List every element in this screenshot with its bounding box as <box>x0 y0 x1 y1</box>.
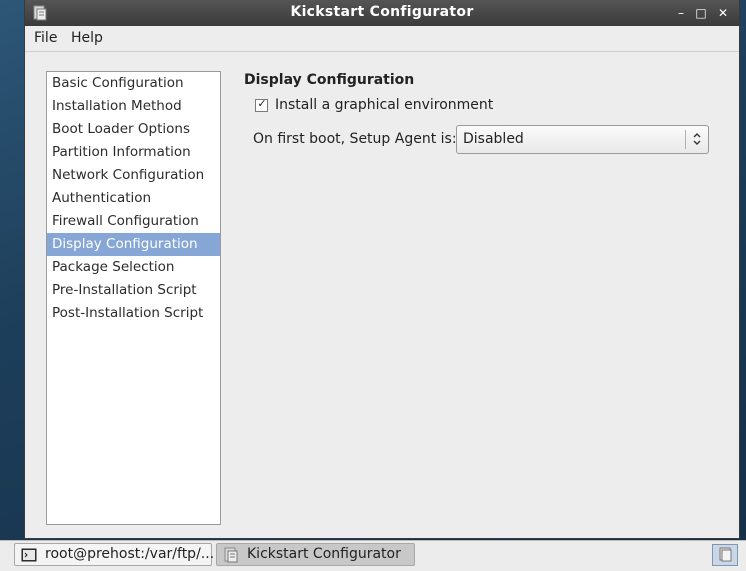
sidebar-item-network-configuration[interactable]: Network Configuration <box>47 164 220 187</box>
checkmark-icon: ✓ <box>257 97 267 110</box>
sidebar-item-installation-method[interactable]: Installation Method <box>47 95 220 118</box>
kickstart-window: Kickstart Configurator – □ ✕ File Help B… <box>24 0 740 539</box>
sidebar-item-post-installation-script[interactable]: Post-Installation Script <box>47 302 220 325</box>
menu-help[interactable]: Help <box>71 30 103 46</box>
sidebar-item-partition-information[interactable]: Partition Information <box>47 141 220 164</box>
taskbar-terminal-button[interactable]: root@prehost:/var/ftp/... <box>14 543 215 566</box>
setup-agent-value: Disabled <box>463 131 524 147</box>
desktop: Kickstart Configurator – □ ✕ File Help B… <box>0 0 746 571</box>
select-divider <box>685 130 686 149</box>
sidebar-item-pre-installation-script[interactable]: Pre-Installation Script <box>47 279 220 302</box>
menu-bar: File Help <box>25 26 739 52</box>
taskbar-kickstart-label: Kickstart Configurator <box>247 546 401 562</box>
sidebar-item-display-configuration[interactable]: Display Configuration <box>47 233 220 256</box>
workspace-switcher[interactable] <box>712 544 738 566</box>
sidebar-item-firewall-configuration[interactable]: Firewall Configuration <box>47 210 220 233</box>
section-title: Display Configuration <box>244 72 415 88</box>
window-title: Kickstart Configurator <box>290 4 474 20</box>
sidebar-item-package-selection[interactable]: Package Selection <box>47 256 220 279</box>
kickstart-app-icon <box>224 547 238 563</box>
menu-file[interactable]: File <box>34 30 57 46</box>
graphical-environment-label[interactable]: Install a graphical environment <box>275 97 493 113</box>
taskbar: root@prehost:/var/ftp/... Kickstart Conf… <box>0 540 746 571</box>
setup-agent-select[interactable]: Disabled <box>456 125 709 154</box>
sidebar-item-boot-loader-options[interactable]: Boot Loader Options <box>47 118 220 141</box>
setup-agent-label: On first boot, Setup Agent is: <box>253 131 457 147</box>
terminal-icon <box>21 548 37 562</box>
taskbar-kickstart-button[interactable]: Kickstart Configurator <box>216 543 415 566</box>
title-bar[interactable]: Kickstart Configurator – □ ✕ <box>25 0 739 26</box>
graphical-environment-checkbox[interactable]: ✓ <box>255 97 268 112</box>
maximize-button[interactable]: □ <box>693 5 709 21</box>
section-list: Basic Configuration Installation Method … <box>46 71 221 525</box>
taskbar-terminal-label: root@prehost:/var/ftp/... <box>45 546 215 562</box>
minimize-button[interactable]: – <box>673 5 689 21</box>
sidebar-item-basic-configuration[interactable]: Basic Configuration <box>47 72 220 95</box>
sidebar-item-authentication[interactable]: Authentication <box>47 187 220 210</box>
workspace-switcher-icon <box>719 547 732 562</box>
updown-arrows-icon <box>693 133 701 145</box>
close-button[interactable]: ✕ <box>715 5 731 21</box>
